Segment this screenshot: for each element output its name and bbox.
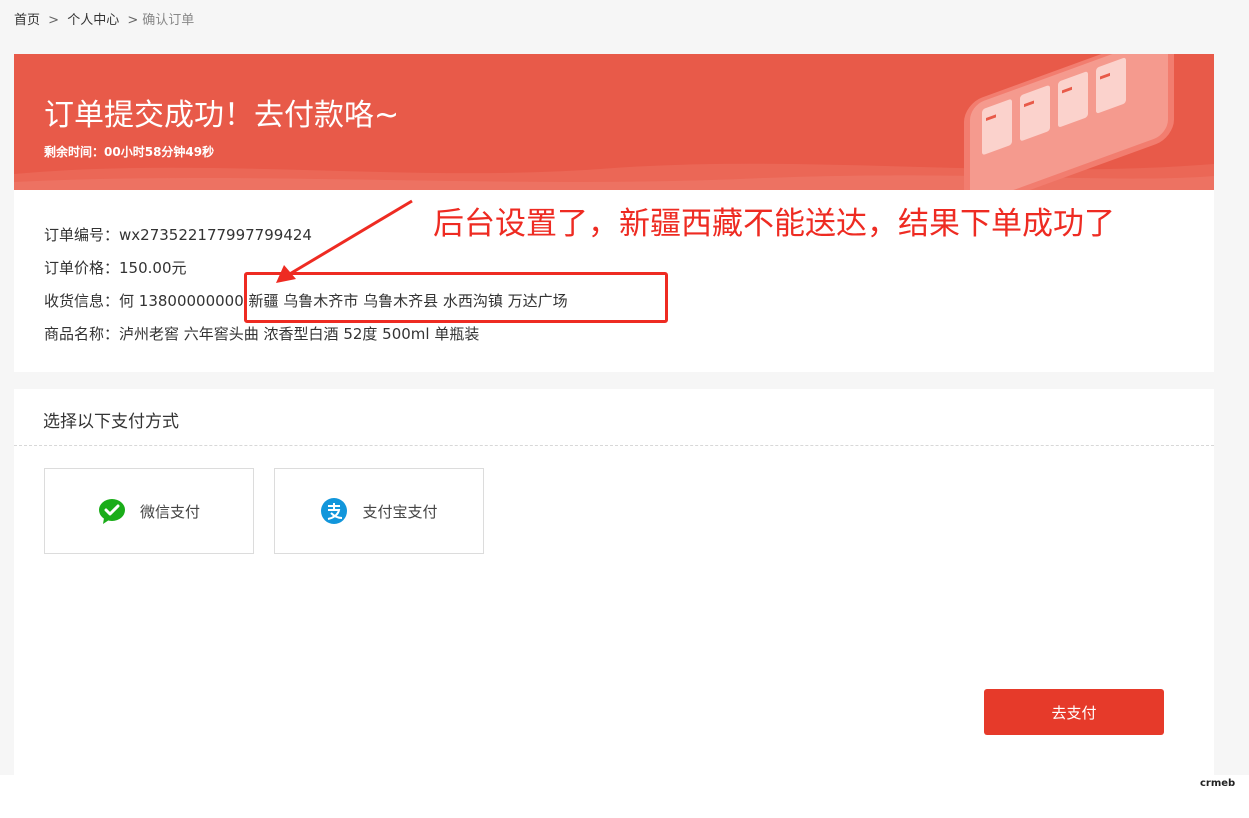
breadcrumb-user-center-link[interactable]: 个人中心 (67, 13, 119, 28)
order-price-row: 订单价格：150.00元 (44, 257, 187, 278)
payment-section-title: 选择以下支付方式 (43, 412, 179, 432)
order-success-banner: 订单提交成功！去付款咯~ 剩余时间：00小时58分钟49秒 (14, 54, 1214, 190)
order-price-label: 订单价格： (44, 259, 120, 277)
breadcrumb-separator: > (127, 13, 139, 28)
annotation-arrow-icon (276, 199, 413, 283)
breadcrumb-home-link[interactable]: 首页 (14, 13, 40, 28)
go-pay-button[interactable]: 去支付 (984, 689, 1164, 735)
product-name-label: 商品名称： (44, 325, 120, 343)
annotation-text: 后台设置了，新疆西藏不能送达，结果下单成功了 (433, 206, 1115, 242)
product-name-value: 泸州老窖 六年窖头曲 浓香型白酒 52度 500ml 单瓶装 (119, 325, 480, 343)
countdown-timer: 剩余时间：00小时58分钟49秒 (44, 143, 214, 160)
phone-illustration-icon (964, 54, 1174, 190)
wechat-pay-option[interactable]: 微信支付 (44, 468, 254, 554)
banner-title: 订单提交成功！去付款咯~ (44, 98, 400, 133)
order-number-label: 订单编号： (44, 226, 120, 244)
wechat-pay-label: 微信支付 (139, 502, 200, 521)
payment-divider (14, 445, 1214, 446)
breadcrumb: 首页 > 个人中心 > 确认订单 (14, 12, 194, 30)
alipay-option[interactable]: 支付宝支付 (274, 468, 484, 554)
timer-label: 剩余时间： (44, 145, 105, 159)
alipay-icon (321, 498, 348, 524)
timer-value: 00小时58分钟49秒 (104, 145, 215, 159)
wechat-icon (98, 499, 125, 524)
breadcrumb-current: 确认订单 (142, 13, 195, 28)
breadcrumb-separator: > (48, 13, 60, 28)
order-price-value: 150.00元 (119, 259, 187, 277)
payment-method-card: 选择以下支付方式 微信支付 支付宝支付 去支付 (14, 389, 1214, 775)
product-name-row: 商品名称：泸州老窖 六年窖头曲 浓香型白酒 52度 500ml 单瓶装 (44, 323, 479, 344)
alipay-label: 支付宝支付 (362, 502, 438, 521)
watermark-logo: crmeb (1200, 778, 1236, 789)
shipping-info-label: 收货信息： (44, 292, 120, 310)
